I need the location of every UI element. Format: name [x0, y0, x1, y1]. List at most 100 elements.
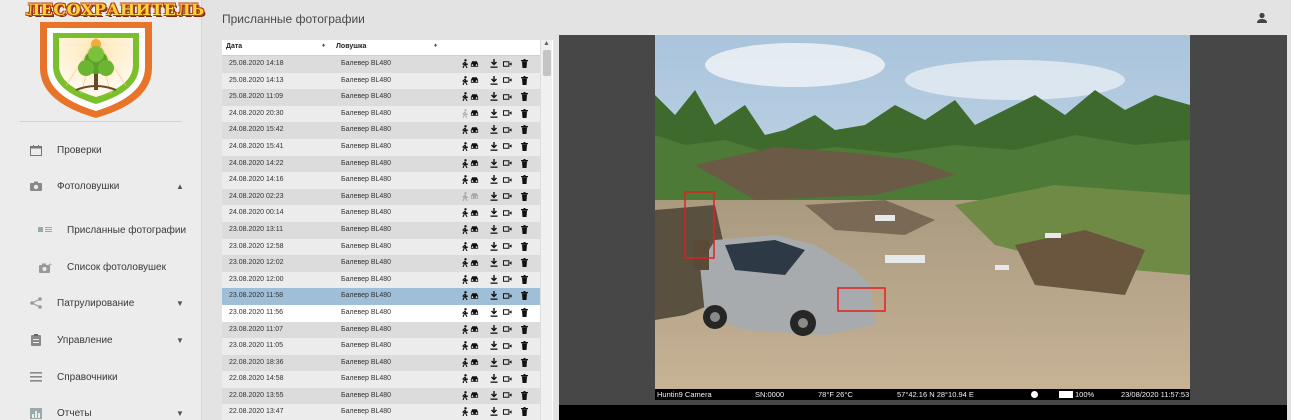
table-row[interactable]: 23.08.2020 11:07 Балевер BL480 — [222, 321, 540, 339]
video-icon[interactable] — [503, 125, 512, 134]
delete-icon[interactable] — [520, 291, 529, 301]
download-icon[interactable] — [489, 390, 498, 400]
download-icon[interactable] — [489, 158, 498, 168]
delete-icon[interactable] — [520, 158, 529, 168]
download-icon[interactable] — [489, 241, 498, 251]
video-icon[interactable] — [503, 208, 512, 217]
delete-icon[interactable] — [520, 241, 529, 251]
delete-icon[interactable] — [520, 407, 529, 417]
scroll-up-icon[interactable]: ▲ — [543, 40, 550, 47]
table-row[interactable]: 25.08.2020 14:13 Балевер BL480 — [222, 72, 540, 90]
delete-icon[interactable] — [520, 374, 529, 384]
table-row[interactable]: 22.08.2020 13:55 Балевер BL480 — [222, 387, 540, 405]
sidebar-item-phototraps[interactable]: Фотоловушки ▲ — [0, 171, 202, 201]
table-row[interactable]: 24.08.2020 15:41 Балевер BL480 — [222, 138, 540, 156]
sort-icon[interactable]: ♦ — [322, 43, 325, 49]
user-icon[interactable] — [1255, 11, 1269, 25]
delete-icon[interactable] — [520, 341, 529, 351]
table-row[interactable]: 22.08.2020 18:36 Балевер BL480 — [222, 354, 540, 372]
sidebar-item-checks[interactable]: Проверки — [0, 135, 202, 165]
sidebar-item-reports[interactable]: Отчеты ▼ — [0, 398, 202, 420]
video-icon[interactable] — [503, 374, 512, 383]
delete-icon[interactable] — [520, 224, 529, 234]
column-header-trap[interactable]: Ловушка — [336, 43, 366, 50]
delete-icon[interactable] — [520, 390, 529, 400]
download-icon[interactable] — [489, 141, 498, 151]
video-icon[interactable] — [503, 192, 512, 201]
video-icon[interactable] — [503, 258, 512, 267]
video-icon[interactable] — [503, 291, 512, 300]
download-icon[interactable] — [489, 92, 498, 101]
download-icon[interactable] — [489, 224, 498, 234]
download-icon[interactable] — [489, 374, 498, 384]
video-icon[interactable] — [503, 391, 512, 400]
download-icon[interactable] — [489, 175, 498, 184]
delete-icon[interactable] — [520, 357, 529, 367]
delete-icon[interactable] — [520, 125, 529, 135]
delete-icon[interactable] — [520, 141, 529, 151]
delete-icon[interactable] — [520, 108, 529, 118]
download-icon[interactable] — [489, 208, 498, 218]
video-icon[interactable] — [503, 308, 512, 317]
table-row[interactable]: 25.08.2020 11:09 Балевер BL480 — [222, 89, 540, 106]
video-icon[interactable] — [503, 109, 512, 118]
chevron-down-icon[interactable]: ▼ — [176, 299, 184, 308]
sort-icon[interactable]: ♦ — [434, 43, 437, 49]
sidebar-item-directories[interactable]: Справочники — [0, 362, 202, 392]
video-icon[interactable] — [503, 175, 512, 184]
delete-icon[interactable] — [520, 175, 529, 185]
sidebar-item-patrol[interactable]: Патрулирование ▼ — [0, 288, 202, 318]
video-icon[interactable] — [503, 142, 512, 151]
download-icon[interactable] — [489, 357, 498, 367]
table-row[interactable]: 24.08.2020 15:42 Балевер BL480 — [222, 122, 540, 139]
download-icon[interactable] — [489, 407, 498, 417]
trap-photo[interactable] — [655, 35, 1190, 400]
delete-icon[interactable] — [520, 208, 529, 218]
table-row[interactable]: 24.08.2020 14:22 Балевер BL480 — [222, 155, 540, 173]
table-row[interactable]: 22.08.2020 14:58 Балевер BL480 — [222, 371, 540, 388]
video-icon[interactable] — [503, 242, 512, 251]
table-row[interactable]: 23.08.2020 11:56 Балевер BL480 — [222, 304, 540, 322]
table-row[interactable]: 22.08.2020 13:47 Балевер BL480 — [222, 404, 540, 420]
delete-icon[interactable] — [520, 191, 529, 201]
table-row[interactable]: 23.08.2020 11:05 Балевер BL480 — [222, 338, 540, 355]
delete-icon[interactable] — [520, 324, 529, 334]
table-row[interactable]: 24.08.2020 14:16 Балевер BL480 — [222, 172, 540, 189]
download-icon[interactable] — [489, 108, 498, 118]
delete-icon[interactable] — [520, 75, 529, 85]
sidebar-item-management[interactable]: Управление ▼ — [0, 325, 202, 355]
chevron-down-icon[interactable]: ▼ — [176, 409, 184, 418]
video-icon[interactable] — [503, 159, 512, 168]
download-icon[interactable] — [489, 191, 498, 201]
video-icon[interactable] — [503, 358, 512, 367]
chevron-down-icon[interactable]: ▼ — [176, 336, 184, 345]
delete-icon[interactable] — [520, 274, 529, 284]
table-row[interactable]: 23.08.2020 12:00 Балевер BL480 — [222, 271, 540, 289]
chevron-up-icon[interactable]: ▲ — [176, 182, 184, 191]
table-row[interactable]: 23.08.2020 13:11 Балевер BL480 — [222, 221, 540, 239]
delete-icon[interactable] — [520, 258, 529, 268]
table-row[interactable]: 25.08.2020 14:18 Балевер BL480 — [222, 56, 540, 73]
scrollbar-thumb[interactable] — [543, 50, 551, 76]
video-icon[interactable] — [503, 341, 512, 350]
download-icon[interactable] — [489, 324, 498, 334]
video-icon[interactable] — [503, 325, 512, 334]
download-icon[interactable] — [489, 258, 498, 267]
column-header-date[interactable]: Дата — [226, 43, 242, 50]
video-icon[interactable] — [503, 59, 512, 68]
table-row[interactable]: 24.08.2020 02:23 Балевер BL480 — [222, 188, 540, 206]
video-icon[interactable] — [503, 225, 512, 234]
table-row[interactable]: 23.08.2020 11:58 Балевер BL480 — [222, 288, 540, 305]
video-icon[interactable] — [503, 92, 512, 101]
download-icon[interactable] — [489, 75, 498, 85]
video-icon[interactable] — [503, 76, 512, 85]
delete-icon[interactable] — [520, 307, 529, 317]
delete-icon[interactable] — [520, 92, 529, 102]
delete-icon[interactable] — [520, 59, 529, 68]
video-icon[interactable] — [503, 407, 512, 416]
table-scrollbar[interactable]: ▲ — [540, 40, 552, 420]
download-icon[interactable] — [489, 291, 498, 301]
sidebar-item-sent-photos[interactable]: Присланные фотографии — [0, 215, 202, 245]
download-icon[interactable] — [489, 59, 498, 68]
download-icon[interactable] — [489, 341, 498, 350]
